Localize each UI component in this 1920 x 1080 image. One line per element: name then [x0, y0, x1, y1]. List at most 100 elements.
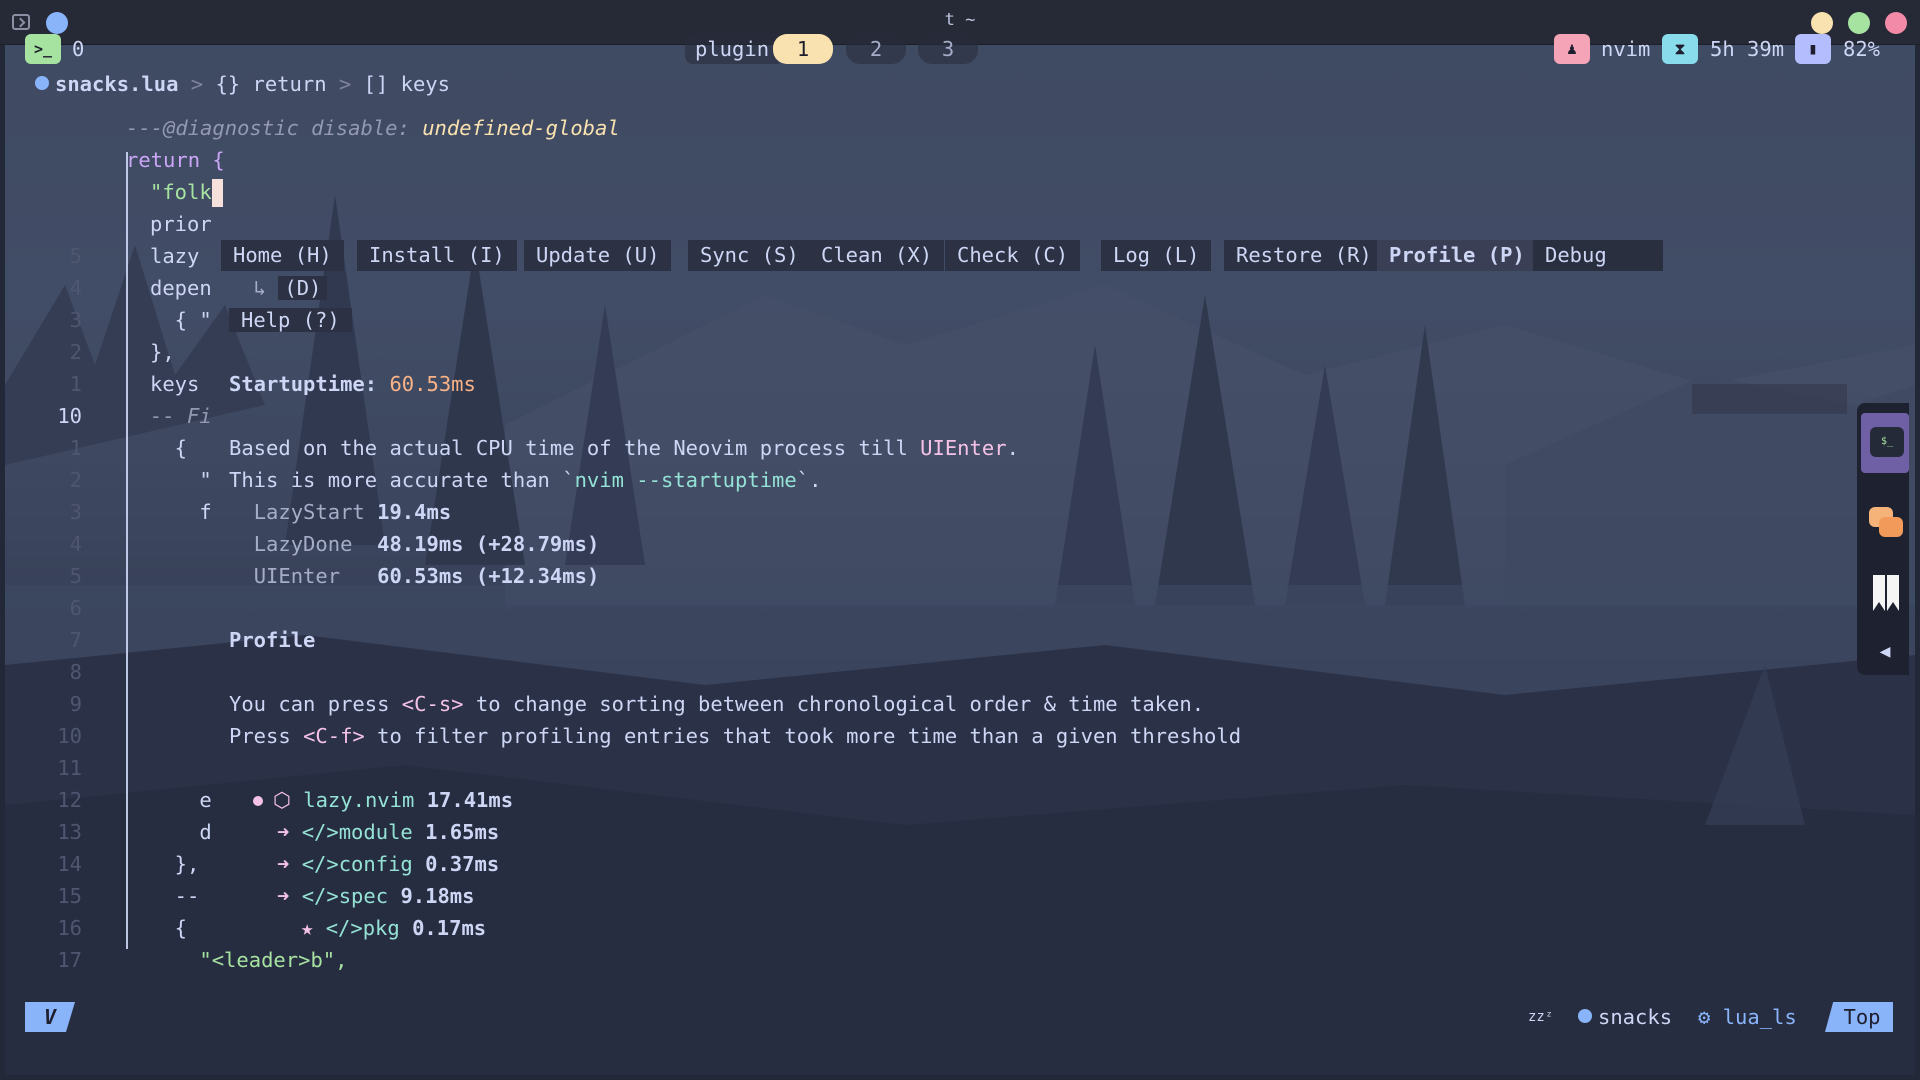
- entry-name: spec: [338, 884, 389, 908]
- code-token: "<leader>b",: [150, 948, 348, 972]
- code-token: { ": [150, 308, 212, 332]
- lazy-tab-clean[interactable]: Clean (X): [809, 240, 945, 271]
- line-number: 17: [57, 948, 82, 972]
- profile-root-entry[interactable]: ⬡ lazy.nvim 17.41ms: [253, 784, 513, 816]
- hourglass-icon: ⧗: [1662, 34, 1698, 64]
- tip-text: to change sorting between chronological …: [463, 692, 1205, 716]
- lazy-tab-log[interactable]: Log (L): [1101, 240, 1212, 271]
- help-button[interactable]: Help (?): [229, 308, 352, 332]
- code-token: return {: [126, 148, 225, 172]
- tab-2[interactable]: 2: [846, 34, 906, 64]
- tip-text: Press: [229, 724, 304, 748]
- tip-sort: You can press <C-s> to change sorting be…: [229, 688, 1204, 720]
- description-text: This is more accurate than `: [229, 468, 575, 492]
- star-icon: ★: [301, 916, 326, 940]
- timing-name: LazyDone: [253, 532, 365, 556]
- status-lsp[interactable]: ⚙ lua_ls: [1698, 1002, 1797, 1032]
- code-token: depen: [150, 276, 212, 300]
- entry-name: pkg: [362, 916, 400, 940]
- arrow-icon: ➜: [277, 884, 302, 908]
- maximize-button[interactable]: [1848, 12, 1870, 34]
- line-number: 2: [69, 340, 82, 364]
- minimize-button[interactable]: [1811, 12, 1833, 34]
- lazy-tab-restore[interactable]: Restore (R): [1224, 240, 1384, 271]
- timing-name: UIEnter: [253, 564, 365, 588]
- breadcrumb-keys[interactable]: [] keys: [364, 72, 450, 96]
- line-number: 10: [57, 724, 82, 748]
- breadcrumb-file[interactable]: snacks.lua: [55, 72, 178, 96]
- lazy-tab-sync[interactable]: Sync (S): [688, 240, 811, 271]
- profile-entry-module[interactable]: ➜ </>module 1.65ms: [277, 816, 499, 848]
- line-number: 10: [57, 404, 82, 428]
- debug-key[interactable]: (D): [278, 276, 328, 300]
- entry-value: 0.17ms: [412, 916, 487, 940]
- sleep-indicator: zzᶻ: [1528, 1009, 1554, 1025]
- entry-name: config: [338, 852, 413, 876]
- tab-1[interactable]: 1: [773, 34, 833, 64]
- breadcrumb-separator: >: [190, 72, 204, 96]
- lazy-tab-home[interactable]: Home (H): [221, 240, 344, 271]
- tip-text: You can press: [229, 692, 402, 716]
- dock-terminal-button[interactable]: $_: [1861, 413, 1909, 473]
- keybind-sort: <C-s>: [401, 692, 464, 716]
- code-token: "folk: [150, 180, 212, 204]
- timing-value: 48.19ms (+28.79ms): [377, 532, 600, 556]
- profile-entry-pkg[interactable]: ★ </>pkg 0.17ms: [301, 912, 486, 944]
- dock-collapse-icon[interactable]: ◀: [1861, 627, 1909, 687]
- dock-bookmarks-button[interactable]: [1861, 565, 1909, 625]
- lazy-tab-install[interactable]: Install (I): [357, 240, 517, 271]
- close-button[interactable]: [1885, 12, 1907, 34]
- terminal-badge-icon[interactable]: >_: [25, 34, 61, 64]
- line-number: 4: [69, 276, 82, 300]
- code-text: d: [150, 816, 212, 848]
- code-token: --: [150, 884, 200, 908]
- line-number: 14: [57, 852, 82, 876]
- code-token: d: [150, 820, 212, 844]
- gear-icon: ⚙: [1698, 1005, 1723, 1029]
- breadcrumb-separator: >: [338, 72, 352, 96]
- line-number: 13: [57, 820, 82, 844]
- code-token: keys: [150, 372, 200, 396]
- entry-value: 9.18ms: [400, 884, 475, 908]
- breadcrumb-return[interactable]: {} return: [215, 72, 326, 96]
- startuptime-value: 60.53ms: [389, 372, 476, 396]
- line-number: 4: [69, 532, 82, 556]
- code-icon: </>: [325, 916, 363, 940]
- bullet-icon: [253, 796, 263, 806]
- code-token: lazy: [150, 244, 200, 268]
- startuptime-label: Startuptime:: [229, 372, 378, 396]
- line-number: 3: [69, 500, 82, 524]
- dock-chat-button[interactable]: [1861, 497, 1909, 557]
- line-number: 11: [57, 756, 82, 780]
- line-number: 9: [69, 692, 82, 716]
- line-number: 5: [69, 564, 82, 588]
- timing-value: 60.53ms (+12.34ms): [377, 564, 600, 588]
- timing-lazystart: LazyStart 19.4ms: [229, 496, 452, 528]
- code-text: },: [150, 336, 175, 368]
- workspace-number[interactable]: 0: [72, 34, 84, 64]
- code-text: depen: [150, 272, 212, 304]
- bookmark-icon: [1873, 575, 1885, 611]
- entry-value: 1.65ms: [425, 820, 500, 844]
- line-number: 15: [57, 884, 82, 908]
- lazy-tab-check[interactable]: Check (C): [945, 240, 1081, 271]
- lazy-tab-update[interactable]: Update (U): [524, 240, 672, 271]
- profile-entry-spec[interactable]: ➜ </>spec 9.18ms: [277, 880, 475, 912]
- code-text: f: [150, 496, 211, 528]
- lua-file-icon: [1578, 1009, 1592, 1023]
- code-text: return {: [126, 144, 225, 176]
- window-title: t ~: [944, 10, 976, 30]
- description-text: .: [1006, 436, 1019, 460]
- lazy-tab-debug[interactable]: Debug: [1533, 240, 1663, 271]
- startuptime-row: Startuptime: 60.53ms: [229, 368, 476, 400]
- code-token: {: [150, 436, 188, 460]
- entry-value: 0.37ms: [425, 852, 500, 876]
- code-text: e: [150, 784, 212, 816]
- code-token: -- Fi: [150, 404, 212, 428]
- code-token: e: [150, 788, 212, 812]
- lazy-tab-profile[interactable]: Profile (P): [1377, 240, 1537, 271]
- profile-entry-config[interactable]: ➜ </>config 0.37ms: [277, 848, 499, 880]
- battery-icon: ▮: [1795, 34, 1831, 64]
- tab-3[interactable]: 3: [918, 34, 978, 64]
- scroll-position: Top: [1825, 1002, 1893, 1032]
